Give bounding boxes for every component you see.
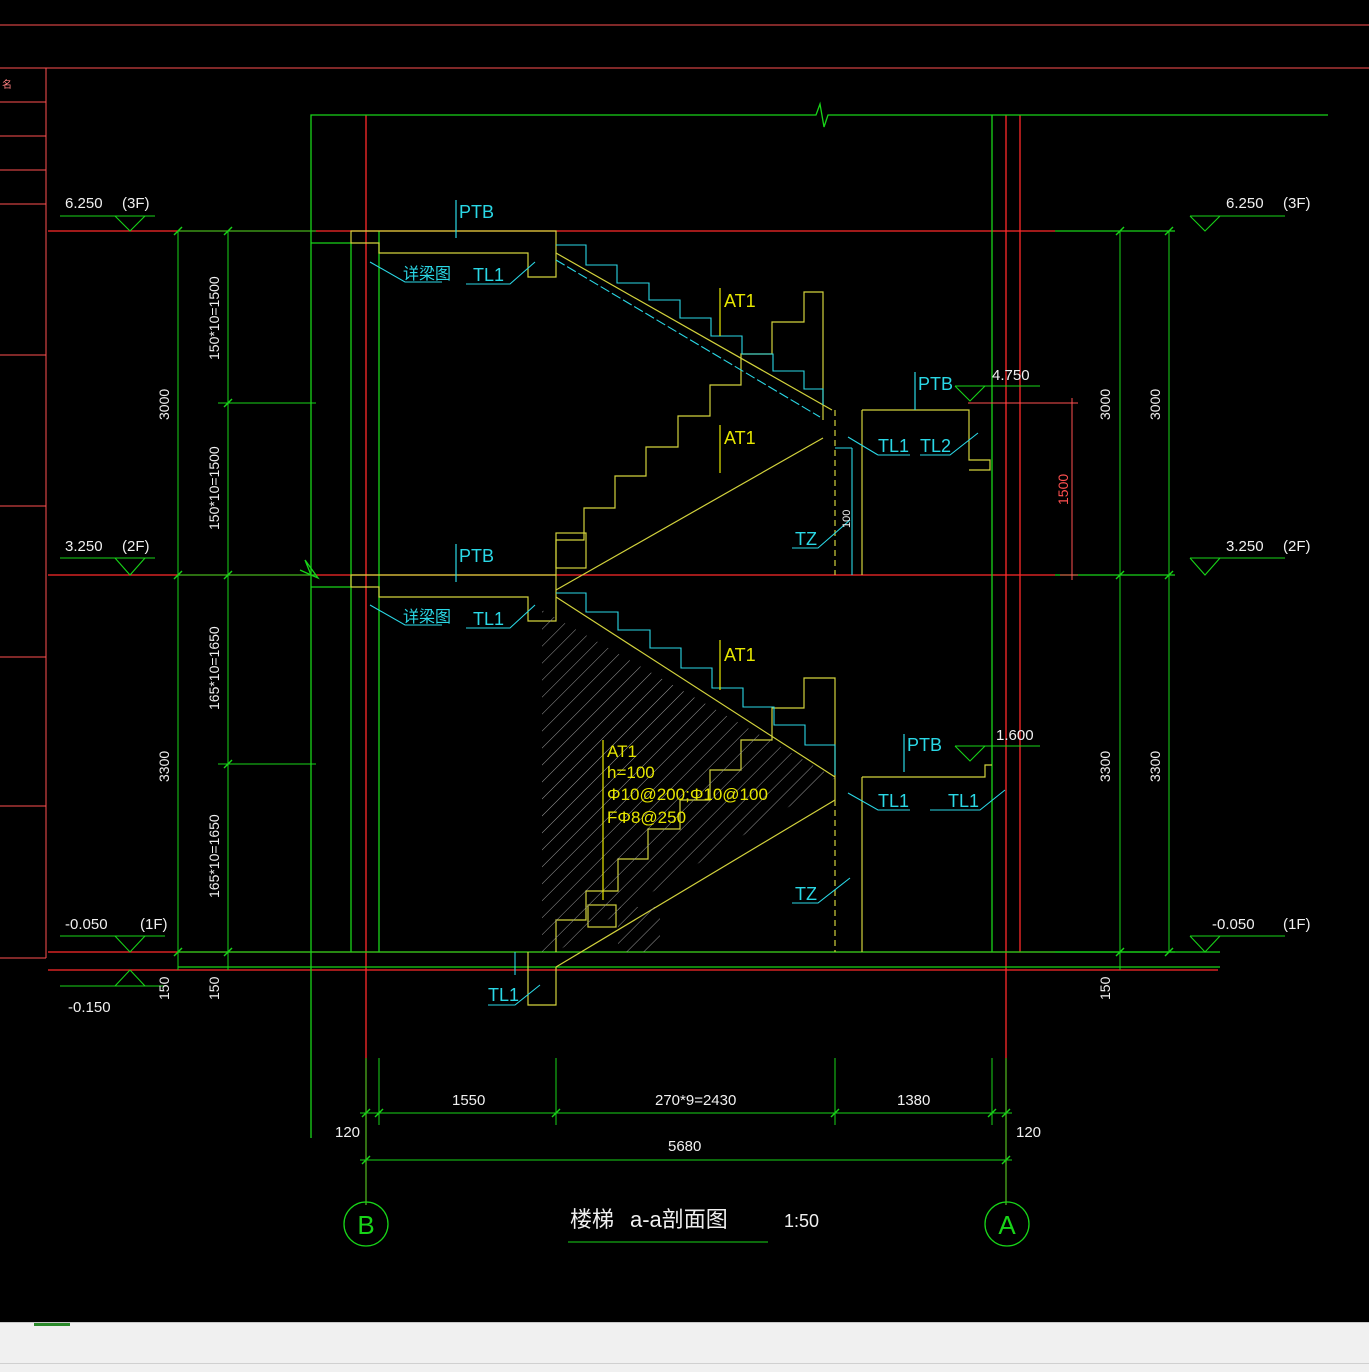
tl1-label: TL1 [473,609,504,629]
title-cn: 楼梯 [570,1207,614,1232]
drawing-title: 楼梯 a-a剖面图 1:50 [570,1207,819,1232]
ptb-label: PTB [907,735,942,755]
dim-right-inner: 150 [1097,976,1113,1000]
level-right-value: 3.250 [1226,538,1264,555]
cad-drawing-canvas[interactable]: 名 6.250 (3F) 3.250 (2F) -0.050 (1F) -0.1… [0,0,1369,1322]
tl1-label: TL1 [878,791,909,811]
dim-bottom-row2: 5680 [668,1138,701,1155]
component-labels: PTB PTB PTB PTB TL1 TL1 TL1 TL2 TL1 TL1 … [403,202,979,1005]
ptb-label: PTB [459,202,494,222]
level-left-value: -0.150 [68,999,111,1016]
level-left-value: 6.250 [65,195,103,212]
landing-level: 4.750 [992,367,1030,384]
walls [178,101,1328,1138]
detail-beam-label: 详梁图 [403,608,451,626]
ptb-label: PTB [918,374,953,394]
level-right-floor: (3F) [1283,195,1311,212]
status-divider [0,1363,1369,1364]
dim-red-1500: 1500 [1055,474,1071,505]
tz-label: TZ [795,529,817,549]
level-right-floor: (1F) [1283,916,1311,933]
vertical-dim-texts: 3000 3300 150 150*10=1500 150*10=1500 16… [156,276,1163,1000]
at1-note-line: AT1 [607,742,637,761]
sidebar-char: 名 [2,78,12,91]
dim-right-inner: 3300 [1097,751,1113,782]
dim-bottom-row2: 120 [1016,1124,1041,1141]
status-bar [0,1322,1369,1372]
tl2-label: TL2 [920,436,951,456]
level-right-floor: (2F) [1283,538,1311,555]
level-left-floor: (1F) [140,916,168,933]
cyan-detail [369,244,1006,1006]
dim-left-outer: 3000 [156,389,172,420]
ptb-label: PTB [459,546,494,566]
at1-note-line: h=100 [607,763,655,782]
tl1-label: TL1 [878,436,909,456]
axis-bubble-a: A [998,1210,1016,1240]
tl1-label: TL1 [488,985,519,1005]
dim-tz-100: 100 [841,510,853,528]
level-right-value: -0.050 [1212,916,1255,933]
at1-label: AT1 [724,428,756,448]
at1-note-line: FΦ8@250 [607,808,686,827]
level-left-floor: (2F) [122,538,150,555]
dim-left-inner: 165*10=1650 [206,814,222,898]
grid-lines [48,115,1218,1205]
horizontal-dim-texts: 1550 270*9=2430 1380 120 5680 120 [335,1092,1041,1155]
level-left-floor: (3F) [122,195,150,212]
dim-bottom-row1: 1550 [452,1092,485,1109]
tl1-label: TL1 [948,791,979,811]
tl1-label: TL1 [473,265,504,285]
dim-left-inner: 150*10=1500 [206,276,222,360]
dim-left-inner: 150 [206,976,222,1000]
detail-beam-label: 详梁图 [403,265,451,283]
axis-bubble-b: B [357,1210,374,1240]
dim-bottom-row1: 270*9=2430 [655,1092,736,1109]
at1-label: AT1 [724,291,756,311]
tz-label: TZ [795,884,817,904]
at1-label: AT1 [724,645,756,665]
level-left-value: -0.050 [65,916,108,933]
level-left-value: 3.250 [65,538,103,555]
dim-left-inner: 165*10=1650 [206,626,222,710]
dim-bottom-row1: 1380 [897,1092,930,1109]
dim-right-inner: 3000 [1097,389,1113,420]
landing-level: 1.600 [996,727,1034,744]
dim-right-outer: 3000 [1147,389,1163,420]
at1-hatch-area [542,610,835,952]
status-indicator [34,1323,70,1326]
title-section: a-a剖面图 [630,1207,728,1232]
dim-right-outer: 3300 [1147,751,1163,782]
at1-note-line: Φ10@200;Φ10@100 [607,785,768,804]
ptb-markers [455,200,916,772]
level-right-value: 6.250 [1226,195,1264,212]
dim-left-outer: 3300 [156,751,172,782]
dim-left-inner: 150*10=1500 [206,446,222,530]
dim-left-outer: 150 [156,976,172,1000]
at1-labels: AT1 AT1 AT1 [724,291,756,665]
title-scale: 1:50 [784,1211,819,1231]
base-hatch [618,907,660,952]
dim-bottom-row2: 120 [335,1124,360,1141]
